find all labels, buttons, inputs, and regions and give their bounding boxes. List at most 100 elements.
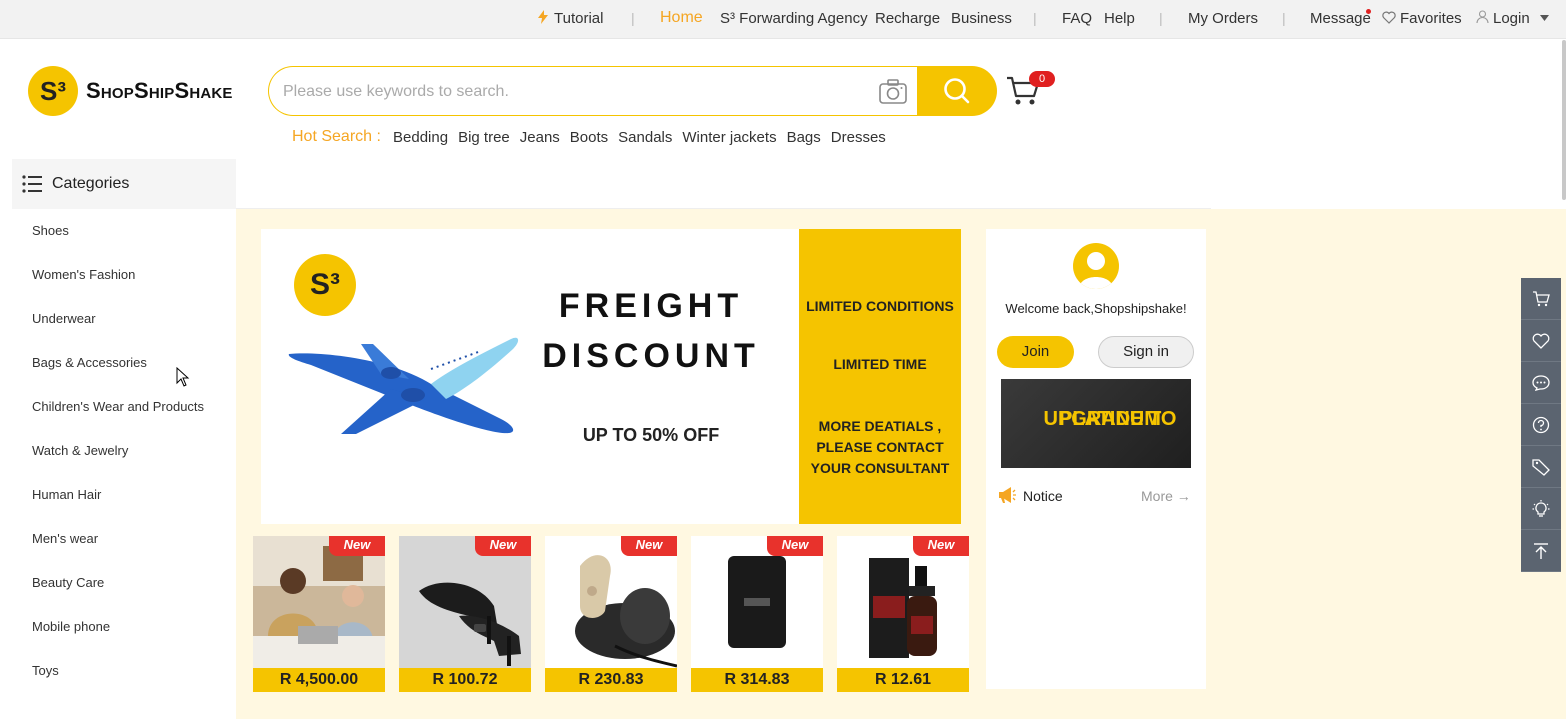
categories-header[interactable]: Categories	[12, 159, 236, 209]
lightning-icon	[538, 10, 548, 24]
nav-separator: |	[631, 10, 635, 26]
logo-mark[interactable]: S³	[28, 66, 78, 116]
notice-more-link[interactable]: More →	[1141, 488, 1191, 504]
banner-logo-text: S³	[310, 268, 340, 301]
rail-favorites-button[interactable]	[1521, 320, 1561, 362]
product-price: R 314.83	[691, 668, 823, 692]
product-card[interactable]: New R 230.83	[545, 536, 677, 692]
category-item-bags-accessories[interactable]: Bags & Accessories	[12, 341, 236, 385]
hot-search-term[interactable]: Dresses	[831, 129, 886, 146]
user-icon	[1476, 10, 1489, 24]
hot-search-list: Bedding Big tree Jeans Boots Sandals Win…	[393, 129, 886, 146]
nav-separator: |	[1282, 10, 1286, 26]
search-icon	[944, 78, 970, 104]
category-item-womens-fashion[interactable]: Women's Fashion	[12, 253, 236, 297]
cart-count-badge: 0	[1029, 71, 1055, 87]
product-card[interactable]: New R 314.83	[691, 536, 823, 692]
product-card[interactable]: New R 12.61	[837, 536, 969, 692]
rail-cart-button[interactable]	[1521, 278, 1561, 320]
cart-icon	[1533, 290, 1550, 306]
bulb-icon	[1532, 499, 1550, 517]
product-card[interactable]: New R 4,500.00	[253, 536, 385, 692]
hot-search-term[interactable]: Winter jackets	[682, 129, 776, 146]
home-link[interactable]: Home	[660, 9, 703, 27]
forwarding-agency-link[interactable]: S³ Forwarding Agency	[720, 10, 868, 27]
category-item-shoes[interactable]: Shoes	[12, 209, 236, 253]
favorites-link[interactable]: Favorites	[1382, 10, 1462, 27]
camera-icon[interactable]	[879, 79, 907, 105]
category-item-beauty-care[interactable]: Beauty Care	[12, 561, 236, 605]
login-label: Login	[1493, 10, 1530, 27]
banner-side-text: MORE DEATIALS ,	[818, 418, 942, 434]
banner-logo: S³	[294, 254, 356, 316]
category-item-watch-jewelry[interactable]: Watch & Jewelry	[12, 429, 236, 473]
product-price: R 230.83	[545, 668, 677, 692]
rail-back-to-top-button[interactable]	[1521, 530, 1561, 572]
banner-side-text: PLEASE CONTACT	[816, 439, 944, 455]
banner-title-line2: DISCOUNT	[542, 337, 760, 375]
category-item-toys[interactable]: Toys	[12, 649, 236, 693]
login-link[interactable]: Login	[1476, 10, 1549, 27]
help-icon	[1532, 416, 1550, 433]
hot-search-term[interactable]: Jeans	[520, 129, 560, 146]
help-link[interactable]: Help	[1104, 10, 1135, 27]
rail-help-button[interactable]	[1521, 404, 1561, 446]
hot-search-term[interactable]: Big tree	[458, 129, 510, 146]
search-button[interactable]	[917, 66, 997, 116]
hot-search-term[interactable]: Boots	[570, 129, 608, 146]
avatar	[1073, 243, 1119, 289]
banner-title-line1: FREIGHT	[558, 287, 744, 325]
banner-side-text: YOUR CONSULTANT	[810, 460, 950, 476]
category-item-human-hair[interactable]: Human Hair	[12, 473, 236, 517]
hot-search-term[interactable]: Bedding	[393, 129, 448, 146]
new-badge: New	[621, 536, 677, 556]
new-badge: New	[913, 536, 969, 556]
my-orders-link[interactable]: My Orders	[1188, 10, 1258, 27]
category-item-mens-wear[interactable]: Men's wear	[12, 517, 236, 561]
caret-down-icon	[1539, 15, 1549, 21]
user-card: Welcome back,Shopshipshake! Join Sign in…	[986, 229, 1206, 689]
favorites-label: Favorites	[1400, 10, 1462, 27]
rail-chat-button[interactable]	[1521, 362, 1561, 404]
logo-text[interactable]: ShopShipShake	[86, 78, 233, 104]
join-button[interactable]: Join	[997, 336, 1074, 368]
new-badge: New	[475, 536, 531, 556]
product-price: R 12.61	[837, 668, 969, 692]
category-item-mobile-phone[interactable]: Mobile phone	[12, 605, 236, 649]
rail-idea-button[interactable]	[1521, 488, 1561, 530]
chat-icon	[1532, 374, 1550, 391]
welcome-text: Welcome back,Shopshipshake!	[1005, 301, 1187, 316]
hot-search-term[interactable]: Bags	[787, 129, 821, 146]
back-to-top-icon	[1534, 542, 1548, 559]
tutorial-link[interactable]: Tutorial	[538, 10, 603, 27]
megaphone-icon	[999, 487, 1016, 503]
upgrade-line2: PLATINUM	[1059, 408, 1161, 430]
nav-separator: |	[1159, 10, 1163, 26]
category-item-childrens-wear[interactable]: Children's Wear and Products	[12, 385, 236, 429]
product-card[interactable]: New R 100.72	[399, 536, 531, 692]
heart-icon	[1532, 333, 1550, 349]
faq-link[interactable]: FAQ	[1062, 10, 1092, 27]
search-input[interactable]	[283, 79, 843, 105]
upgrade-platinum-banner[interactable]: UPGRADE TO PLATINUM	[1001, 379, 1191, 468]
message-unread-dot	[1366, 9, 1371, 14]
upgrade-text: UPGRADE TO PLATINUM	[1015, 391, 1177, 430]
tutorial-label: Tutorial	[554, 10, 604, 27]
hot-search-term[interactable]: Sandals	[618, 129, 672, 146]
sign-in-button[interactable]: Sign in	[1098, 336, 1194, 368]
category-item-underwear[interactable]: Underwear	[12, 297, 236, 341]
top-nav-bar: Tutorial | Home S³ Forwarding Agency Rec…	[0, 0, 1566, 39]
list-icon	[22, 175, 42, 193]
business-link[interactable]: Business	[951, 10, 1012, 27]
banner-title: FREIGHT DISCOUNT	[531, 281, 771, 381]
recharge-link[interactable]: Recharge	[875, 10, 940, 27]
promo-banner[interactable]: S³ FREIGHT DISCOUNT UP TO 50% OFF LIMITE…	[261, 229, 961, 524]
category-list: Shoes Women's Fashion Underwear Bags & A…	[12, 209, 236, 693]
page-scrollbar[interactable]	[1562, 40, 1566, 200]
search-box	[268, 66, 918, 116]
banner-subtitle: UP TO 50% OFF	[582, 425, 720, 445]
banner-side-panel: LIMITED CONDITIONS LIMITED TIME MORE DEA…	[799, 229, 961, 524]
message-link[interactable]: Message	[1310, 10, 1371, 27]
header-divider	[236, 208, 1211, 209]
rail-coupon-button[interactable]	[1521, 446, 1561, 488]
